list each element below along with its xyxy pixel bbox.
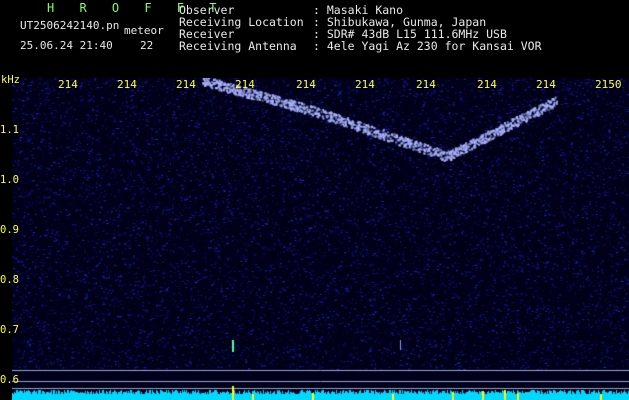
x-tick-label: 214 [477, 78, 497, 91]
x-tick-label: 214 [355, 78, 375, 91]
x-tick-label: 214 [176, 78, 196, 91]
info-value-antenna: : 4ele Yagi Az 230 for Kansai VOR [313, 39, 542, 53]
x-tick-label: 214 [58, 78, 78, 91]
spectrogram-canvas [12, 78, 629, 400]
x-tick-label: 214 [296, 78, 316, 91]
file-name: UT2506242140.pn [20, 19, 120, 32]
x-tick-label: 214 [235, 78, 255, 91]
x-tick-label: 214 [536, 78, 556, 91]
y-axis-unit: kHz [1, 74, 20, 86]
x-tick-label: 214 [117, 78, 137, 91]
y-tick-label: 0.8 [0, 274, 19, 286]
y-tick-label: 0.9 [0, 224, 19, 236]
hrofft-window: H R O F F T UT2506242140.pn meteor 25.06… [0, 0, 629, 400]
x-tick-label: 2150 [595, 78, 622, 91]
y-tick-label: 0.7 [0, 324, 19, 336]
y-tick-label: 0.6 [0, 374, 19, 386]
meteor-count: 22 [140, 39, 154, 52]
mode-label: meteor [124, 24, 164, 37]
y-tick-label: 1.1 [0, 124, 19, 136]
datetime-label: 25.06.24 21:40 [20, 39, 113, 52]
y-tick-label: 1.0 [0, 174, 19, 186]
info-label-antenna: Receiving Antenna [179, 39, 297, 53]
x-tick-label: 214 [416, 78, 436, 91]
